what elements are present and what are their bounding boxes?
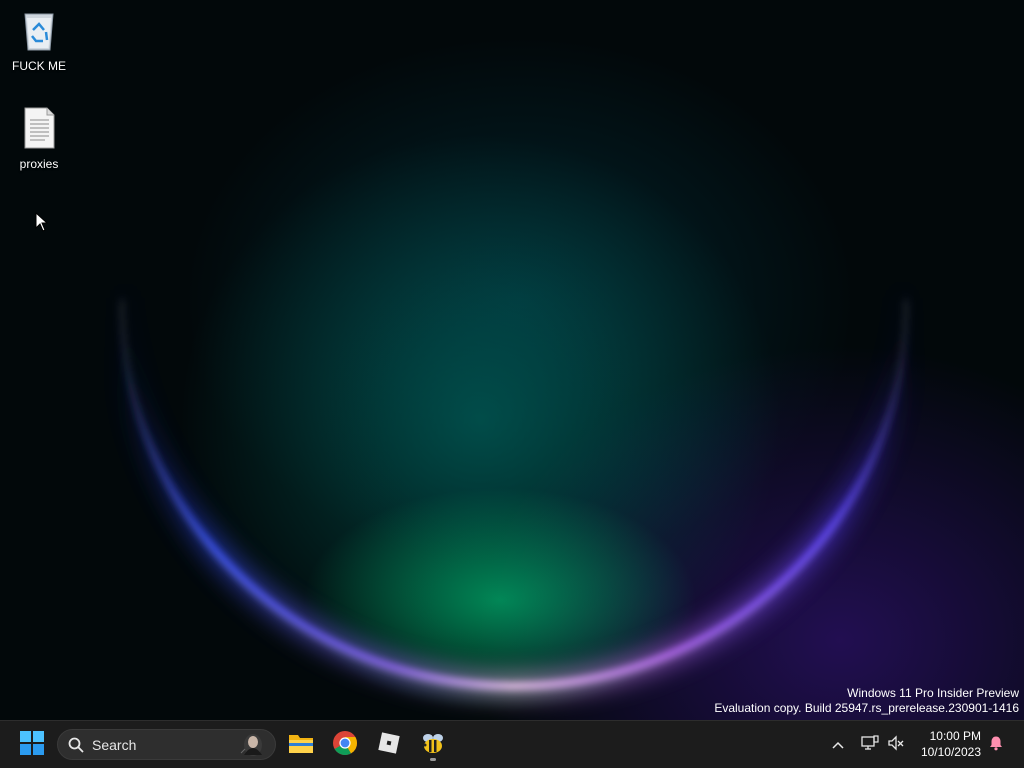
taskbar-search-box[interactable]: Search <box>57 729 276 760</box>
network-icon <box>861 734 879 756</box>
network-status-button[interactable] <box>858 731 882 759</box>
desktop-icon-label: FUCK ME <box>12 59 66 73</box>
taskbar: Search 10:00 PM 10/10/2023 <box>0 720 1024 768</box>
clock-date: 10/10/2023 <box>920 745 981 759</box>
notification-bell-icon <box>988 735 1004 756</box>
wallpaper-bloom <box>107 289 921 697</box>
desktop-icon-recycle-bin[interactable]: FUCK ME <box>4 8 74 73</box>
show-hidden-icons-button[interactable] <box>826 731 850 759</box>
bee-icon <box>420 731 446 760</box>
volume-button[interactable] <box>884 731 908 759</box>
roblox-icon <box>377 731 401 760</box>
folder-icon <box>288 732 314 759</box>
taskbar-app-chrome[interactable] <box>325 725 365 765</box>
taskbar-app-roblox[interactable] <box>369 725 409 765</box>
start-button[interactable] <box>12 725 52 765</box>
notification-center-button[interactable] <box>984 731 1008 759</box>
search-highlight-image <box>233 733 265 757</box>
desktop-icon-proxies[interactable]: proxies <box>4 106 74 171</box>
chevron-up-icon <box>832 736 844 754</box>
desktop-icon-label: proxies <box>19 157 59 171</box>
running-indicator <box>430 758 436 761</box>
volume-muted-icon <box>887 734 905 756</box>
mouse-cursor <box>35 211 49 237</box>
windows-logo-icon <box>20 730 44 760</box>
clock-time: 10:00 PM <box>929 729 981 743</box>
desktop: FUCK ME proxies Windows 11 Pro Insider P… <box>0 0 1024 720</box>
watermark-build: Evaluation copy. Build 25947.rs_prerelea… <box>714 701 1019 715</box>
taskbar-clock[interactable]: 10:00 PM 10/10/2023 <box>921 728 981 760</box>
recycle-bin-icon <box>19 13 59 55</box>
taskbar-app-bee[interactable] <box>413 725 453 765</box>
search-placeholder: Search <box>92 736 137 753</box>
text-document-icon <box>21 107 57 153</box>
taskbar-app-file-explorer[interactable] <box>281 725 321 765</box>
watermark-edition: Windows 11 Pro Insider Preview <box>847 686 1019 700</box>
chrome-icon <box>332 730 358 761</box>
search-icon <box>68 737 84 753</box>
